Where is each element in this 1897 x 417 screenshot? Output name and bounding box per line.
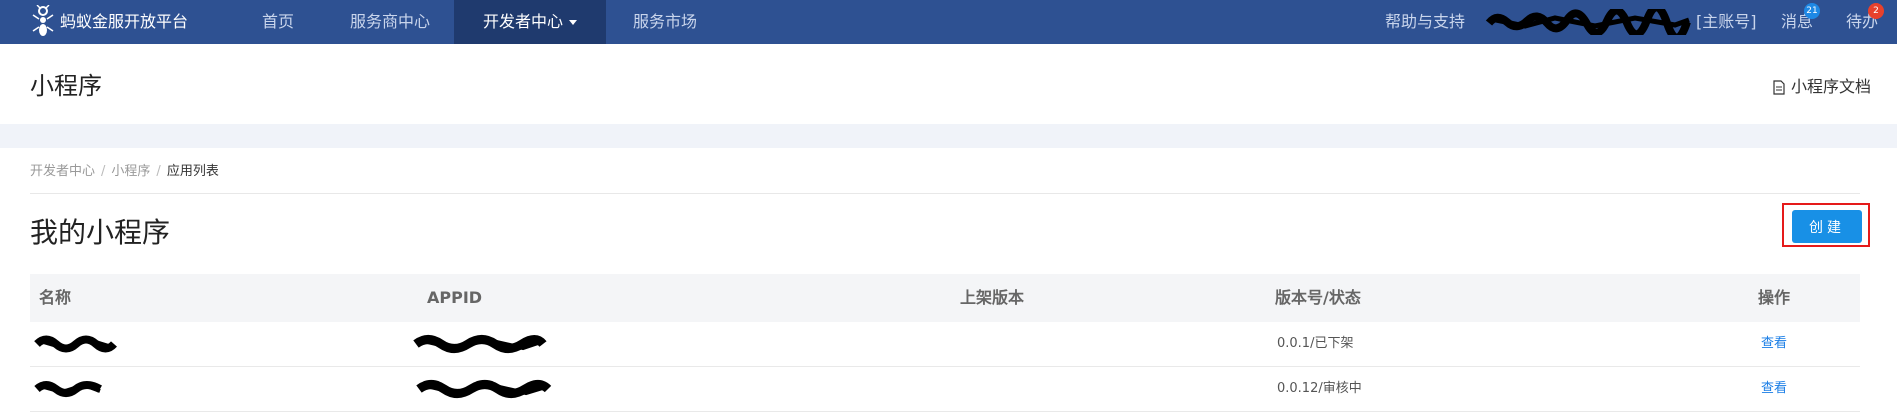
nav-service-market[interactable]: 服务市场 [620,0,710,44]
document-icon [1773,80,1785,95]
breadcrumb-separator: / [156,164,161,179]
breadcrumb-developer-center[interactable]: 开发者中心 [30,164,95,179]
nav-home[interactable]: 首页 [250,0,306,44]
nav-developer-center[interactable]: 开发者中心 [454,0,606,44]
account-type-label[interactable]: [主账号] [1696,0,1757,44]
redacted-app-name [34,381,102,397]
breadcrumb: 开发者中心 / 小程序 / 应用列表 [30,163,219,181]
mini-program-docs-link[interactable]: 小程序文档 [1773,76,1871,98]
create-button[interactable]: 创建 [1792,210,1862,243]
table-row: 0.0.12/审核中 查看 [30,367,1860,412]
version-status: 0.0.12/审核中 [1277,381,1362,396]
redacted-appid [416,380,552,398]
column-header-actions: 操作 [1758,288,1791,307]
caret-down-icon [569,20,577,25]
breadcrumb-separator: / [101,164,106,179]
version-status: 0.0.1/已下架 [1277,336,1354,351]
nav-service-provider-center[interactable]: 服务商中心 [340,0,440,44]
breadcrumb-divider [30,193,1860,194]
help-support-link[interactable]: 帮助与支持 [1385,0,1465,44]
table-header: 名称 APPID 上架版本 版本号/状态 操作 [30,274,1860,322]
nav-developer-center-label: 开发者中心 [482,12,563,31]
header-divider-band [0,124,1897,148]
page-title: 小程序 [30,72,102,100]
column-header-version-status: 版本号/状态 [1275,288,1361,307]
view-link[interactable]: 查看 [1761,322,1787,366]
column-header-released-version: 上架版本 [960,288,1025,307]
ant-logo-icon[interactable] [30,5,56,39]
mini-program-table: 名称 APPID 上架版本 版本号/状态 操作 0.0.1/已下架 查看 0.0… [30,274,1860,412]
brand-name[interactable]: 蚂蚁金服开放平台 [60,0,188,44]
todo-badge: 2 [1868,3,1884,19]
redacted-appid [413,335,547,353]
redacted-account-name [1485,9,1691,35]
view-link[interactable]: 查看 [1761,367,1787,411]
redacted-app-name [34,335,117,353]
messages-badge: 21 [1804,3,1820,19]
mini-program-docs-label: 小程序文档 [1790,77,1871,96]
breadcrumb-mini-program[interactable]: 小程序 [111,164,150,179]
table-row: 0.0.1/已下架 查看 [30,322,1860,367]
top-navigation-bar: 蚂蚁金服开放平台 首页 服务商中心 开发者中心 服务市场 帮助与支持 [主账号]… [0,0,1897,44]
column-header-name: 名称 [39,288,72,307]
column-header-appid: APPID [427,288,483,307]
breadcrumb-app-list: 应用列表 [166,164,219,179]
section-title: 我的小程序 [30,216,171,249]
